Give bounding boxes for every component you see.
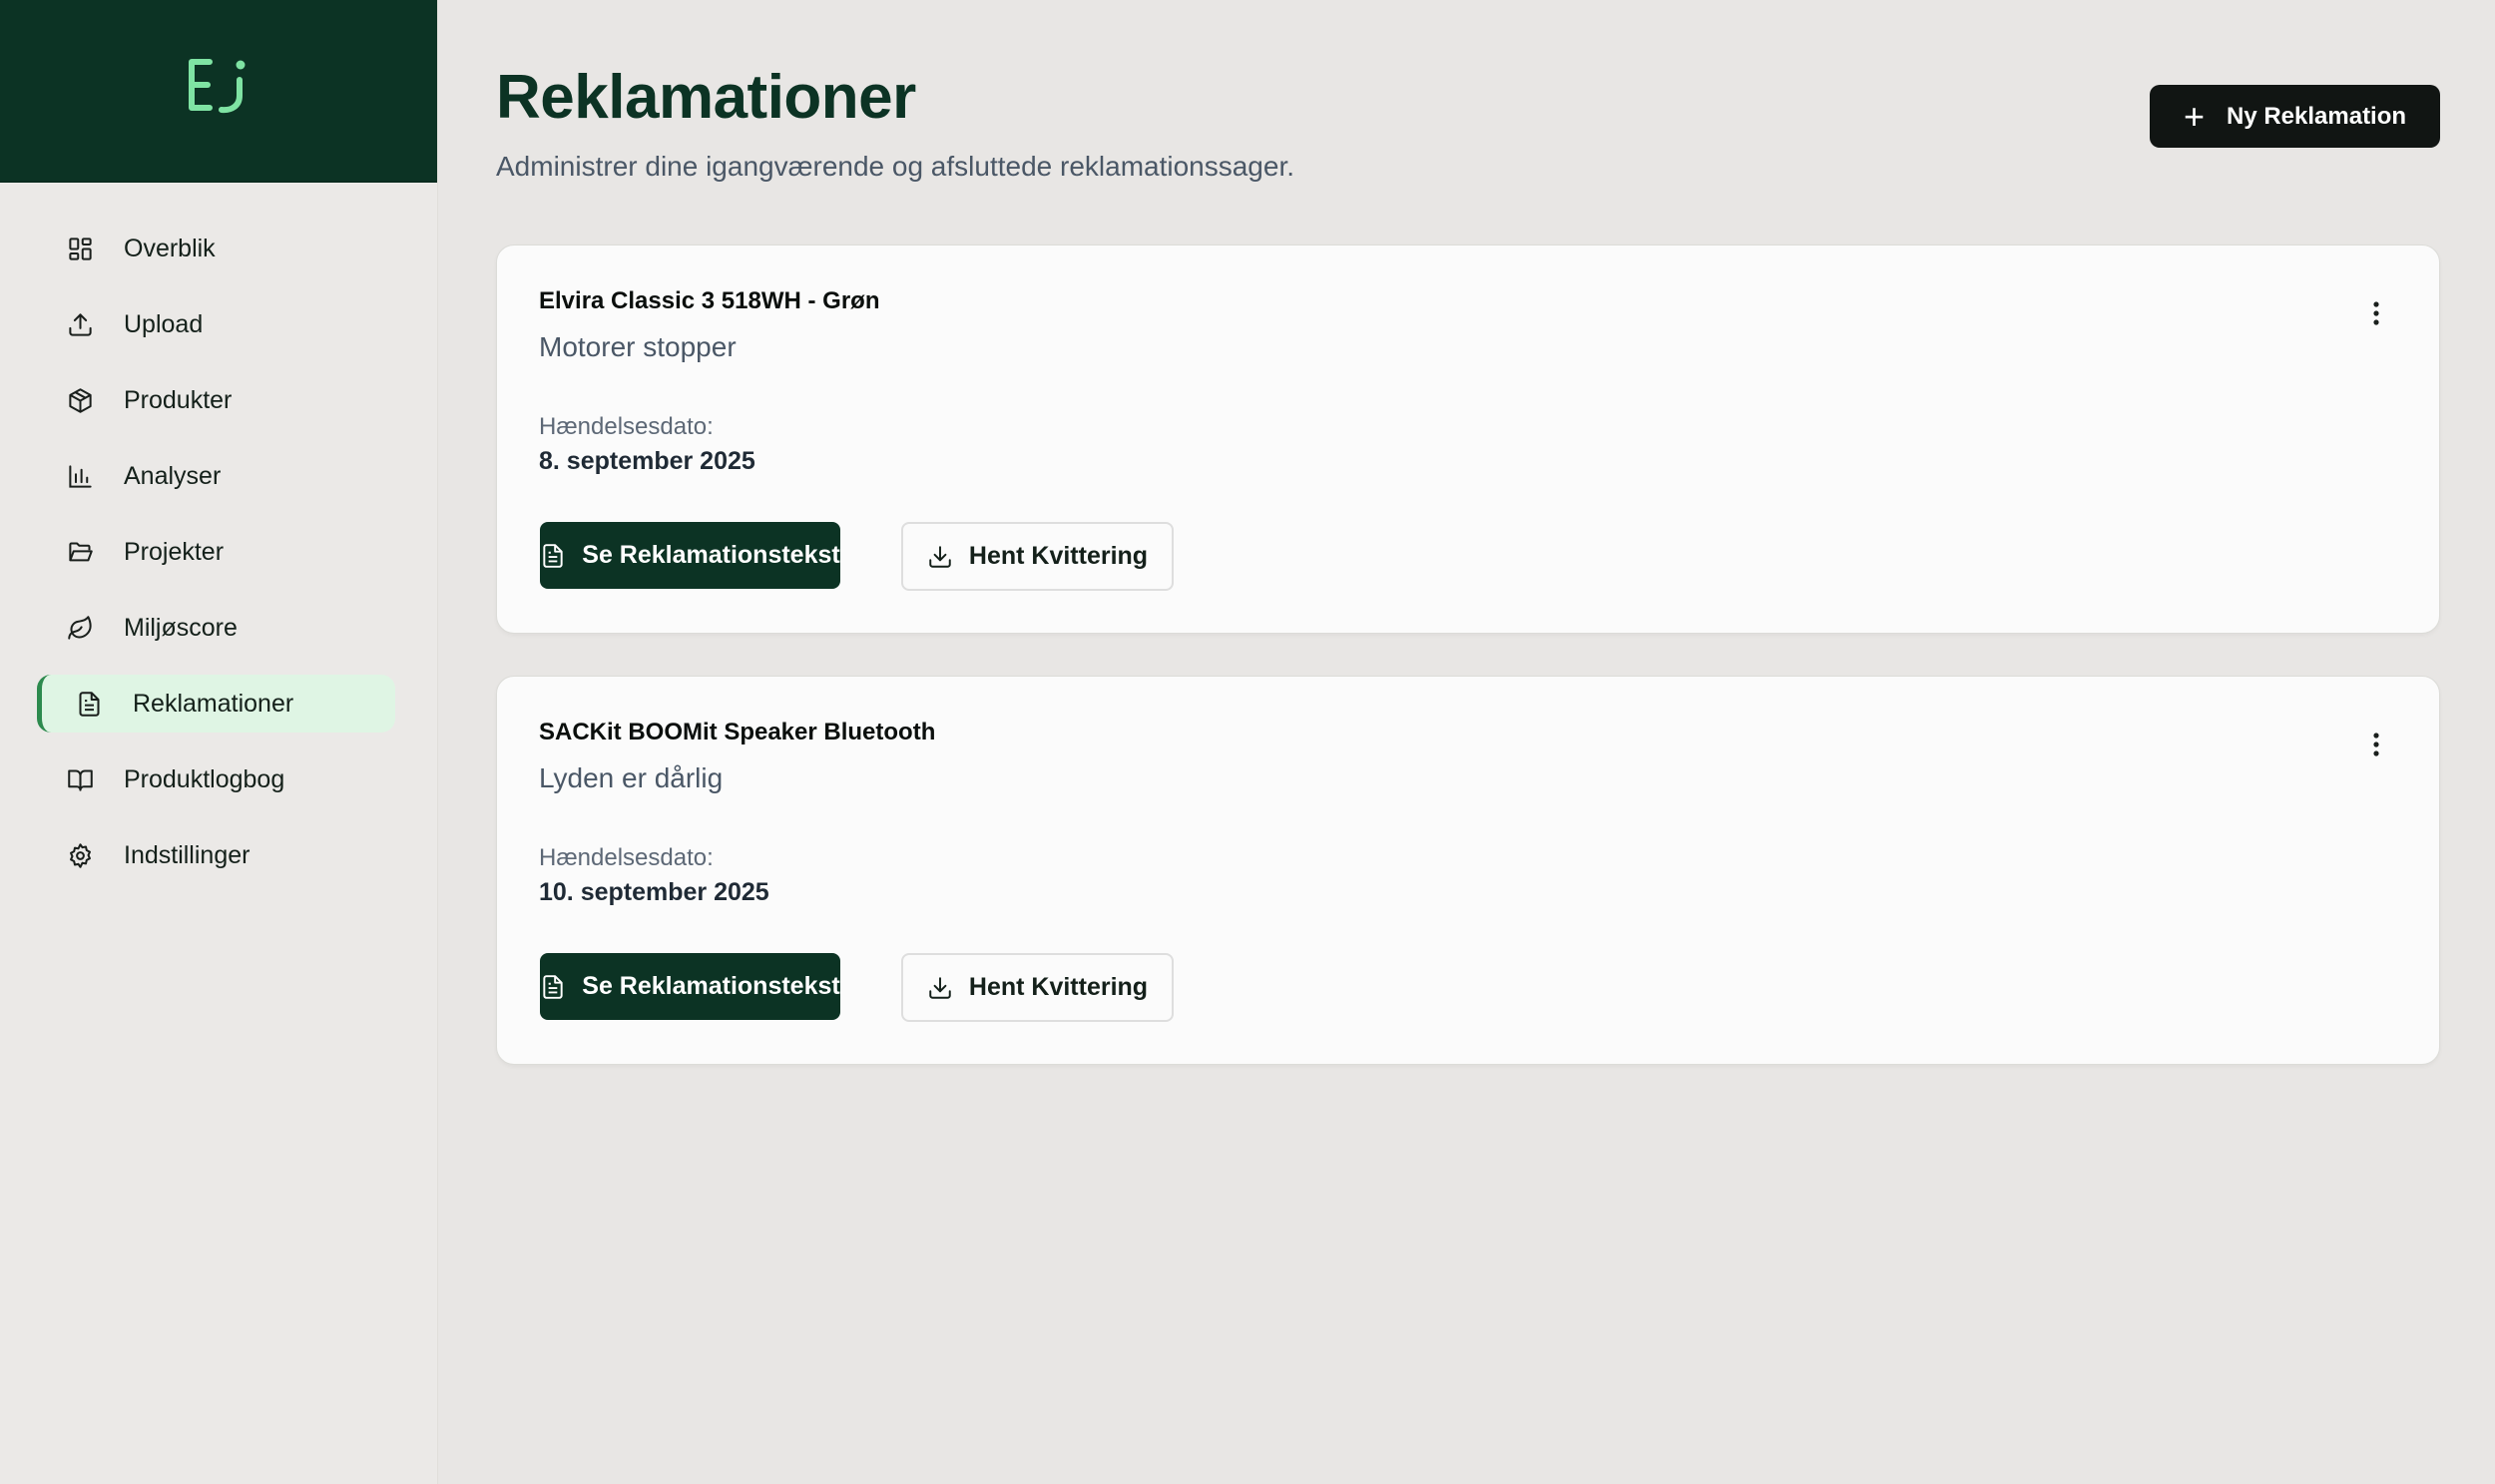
sidebar-item-upload[interactable]: Upload [37, 295, 395, 353]
claim-card: Elvira Classic 3 518WH - Grøn Motorer st… [496, 245, 2440, 634]
claim-date: 8. september 2025 [539, 447, 755, 475]
plus-icon: + [2183, 95, 2205, 137]
download-icon [929, 976, 951, 999]
sidebar-item-reklamationer[interactable]: Reklamationer [37, 675, 395, 733]
sidebar-item-label: Produktlogbog [124, 764, 285, 793]
claim-product-name: Elvira Classic 3 518WH - Grøn [539, 287, 880, 314]
file-text-icon [74, 689, 104, 719]
brand-logo[interactable] [0, 0, 437, 183]
sidebar-item-overblik[interactable]: Overblik [37, 220, 395, 277]
new-claim-button-label: Ny Reklamation [2226, 102, 2407, 130]
download-receipt-label: Hent Kvittering [968, 542, 1149, 570]
sidebar: Overblik Upload Produkter Analyser Proje… [0, 0, 438, 1484]
sidebar-item-label: Analyser [124, 461, 222, 490]
sidebar-item-label: Upload [124, 309, 204, 338]
sidebar-item-produktlogbog[interactable]: Produktlogbog [37, 750, 395, 808]
dashboard-icon [65, 234, 95, 263]
download-receipt-button[interactable]: Hent Kvittering [901, 522, 1174, 591]
sidebar-item-label: Projekter [124, 537, 225, 566]
claim-issue: Motorer stopper [539, 331, 737, 362]
view-claim-text-button[interactable]: Se Reklamationstekst [540, 522, 840, 589]
gear-icon [65, 840, 95, 870]
sidebar-item-produkter[interactable]: Produkter [37, 371, 395, 429]
claim-issue: Lyden er dårlig [539, 762, 724, 793]
view-claim-text-button[interactable]: Se Reklamationstekst [540, 953, 840, 1020]
sidebar-item-projekter[interactable]: Projekter [37, 523, 395, 581]
file-text-icon [543, 543, 563, 568]
claim-date-label: Hændelsesdato: [539, 844, 714, 871]
claim-product-name: SACKit BOOMit Speaker Bluetooth [539, 719, 936, 745]
sidebar-nav: Overblik Upload Produkter Analyser Proje… [0, 183, 437, 884]
claim-date-label: Hændelsesdato: [539, 413, 714, 440]
sidebar-item-analyser[interactable]: Analyser [37, 447, 395, 505]
sidebar-item-label: Overblik [124, 234, 216, 262]
ej-smile-logo-icon [189, 58, 246, 113]
sidebar-item-label: Produkter [124, 385, 233, 414]
leaf-icon [65, 613, 95, 643]
new-claim-button[interactable]: + Ny Reklamation [2150, 85, 2440, 148]
claim-date: 10. september 2025 [539, 878, 769, 906]
upload-icon [65, 309, 95, 339]
sidebar-item-miljoscore[interactable]: Miljøscore [37, 599, 395, 657]
view-claim-text-label: Se Reklamationstekst [582, 972, 840, 1000]
download-receipt-label: Hent Kvittering [968, 973, 1149, 1001]
sidebar-item-indstillinger[interactable]: Indstillinger [37, 826, 395, 884]
view-claim-text-label: Se Reklamationstekst [582, 541, 840, 569]
more-vertical-icon [2373, 301, 2379, 325]
download-icon [929, 545, 951, 568]
bar-chart-icon [65, 461, 95, 491]
sidebar-item-label: Miljøscore [124, 613, 238, 642]
package-icon [65, 385, 95, 415]
book-open-icon [65, 764, 95, 794]
sidebar-item-label: Reklamationer [133, 689, 294, 718]
more-options-button[interactable] [2361, 295, 2391, 331]
folder-open-icon [65, 537, 95, 567]
claim-card: SACKit BOOMit Speaker Bluetooth Lyden er… [496, 676, 2440, 1065]
main-content: Reklamationer Administrer dine igangvære… [438, 0, 2495, 1484]
file-text-icon [543, 974, 563, 999]
more-options-button[interactable] [2361, 727, 2391, 762]
page-title: Reklamationer [496, 63, 916, 132]
download-receipt-button[interactable]: Hent Kvittering [901, 953, 1174, 1022]
more-vertical-icon [2373, 733, 2379, 756]
sidebar-item-label: Indstillinger [124, 840, 250, 869]
page-subtitle: Administrer dine igangværende og afslutt… [496, 151, 1295, 182]
